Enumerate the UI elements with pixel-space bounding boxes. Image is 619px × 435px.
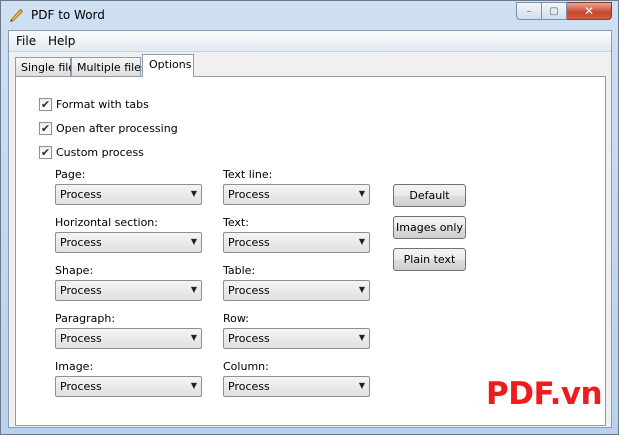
column-select[interactable]: Process ▼: [223, 376, 370, 397]
watermark-logo: PDF.vn: [486, 376, 603, 412]
tab-label: Single file: [21, 61, 76, 74]
column-label: Column:: [223, 360, 269, 373]
menu-bar: File Help: [9, 31, 611, 52]
maximize-button[interactable]: ▢: [542, 2, 567, 20]
text-select[interactable]: Process ▼: [223, 232, 370, 253]
row-label: Row:: [223, 312, 249, 325]
chevron-down-icon: ▼: [358, 237, 365, 246]
menu-file[interactable]: File: [16, 34, 36, 48]
check-icon: ✔: [40, 122, 51, 135]
tab-label: Multiple files: [77, 61, 147, 74]
client-area: File Help Single file Multiple files Opt…: [8, 30, 612, 428]
maximize-icon: ▢: [549, 5, 559, 17]
format-with-tabs-option[interactable]: ✔ Format with tabs: [39, 98, 149, 111]
page-label: Page:: [55, 168, 86, 181]
chevron-down-icon: ▼: [190, 189, 197, 198]
window-title: PDF to Word: [31, 8, 105, 22]
combo-value: Process: [228, 188, 270, 201]
chevron-down-icon: ▼: [358, 333, 365, 342]
combo-value: Process: [228, 332, 270, 345]
menu-help[interactable]: Help: [48, 34, 75, 48]
tab-single-file[interactable]: Single file: [15, 57, 75, 77]
pencil-icon: [10, 9, 23, 22]
shape-label: Shape:: [55, 264, 94, 277]
title-bar[interactable]: PDF to Word – ▢ ✕: [1, 1, 618, 30]
combo-value: Process: [228, 284, 270, 297]
close-button[interactable]: ✕: [567, 2, 612, 20]
custom-process-option[interactable]: ✔ Custom process: [39, 146, 144, 159]
chevron-down-icon: ▼: [190, 237, 197, 246]
table-label: Table:: [223, 264, 256, 277]
chevron-down-icon: ▼: [190, 285, 197, 294]
combo-value: Process: [60, 284, 102, 297]
horizontal-section-select[interactable]: Process ▼: [55, 232, 202, 253]
open-after-processing-checkbox[interactable]: ✔: [39, 122, 52, 135]
combo-value: Process: [228, 236, 270, 249]
chevron-down-icon: ▼: [190, 333, 197, 342]
images-only-button[interactable]: Images only: [393, 216, 466, 239]
open-after-processing-label: Open after processing: [56, 122, 178, 135]
row-select[interactable]: Process ▼: [223, 328, 370, 349]
tab-label: Options: [149, 58, 192, 71]
window-controls: – ▢ ✕: [516, 2, 612, 21]
text-line-select[interactable]: Process ▼: [223, 184, 370, 205]
minimize-button[interactable]: –: [516, 2, 542, 20]
format-with-tabs-label: Format with tabs: [56, 98, 149, 111]
text-line-label: Text line:: [223, 168, 273, 181]
image-select[interactable]: Process ▼: [55, 376, 202, 397]
table-select[interactable]: Process ▼: [223, 280, 370, 301]
default-button[interactable]: Default: [393, 184, 466, 207]
open-after-processing-option[interactable]: ✔ Open after processing: [39, 122, 178, 135]
paragraph-select[interactable]: Process ▼: [55, 328, 202, 349]
chevron-down-icon: ▼: [358, 381, 365, 390]
app-window: PDF to Word – ▢ ✕ File Help Single file …: [0, 0, 619, 435]
tab-multiple-files[interactable]: Multiple files: [71, 57, 147, 77]
shape-select[interactable]: Process ▼: [55, 280, 202, 301]
paragraph-label: Paragraph:: [55, 312, 116, 325]
plain-text-button[interactable]: Plain text: [393, 248, 466, 271]
combo-value: Process: [228, 380, 270, 393]
check-icon: ✔: [40, 98, 51, 111]
chevron-down-icon: ▼: [358, 285, 365, 294]
combo-value: Process: [60, 380, 102, 393]
chevron-down-icon: ▼: [358, 189, 365, 198]
combo-value: Process: [60, 236, 102, 249]
custom-process-label: Custom process: [56, 146, 144, 159]
text-label: Text:: [223, 216, 249, 229]
check-icon: ✔: [40, 146, 51, 159]
combo-value: Process: [60, 332, 102, 345]
horizontal-section-label: Horizontal section:: [55, 216, 158, 229]
tab-options[interactable]: Options: [142, 54, 194, 77]
image-label: Image:: [55, 360, 94, 373]
chevron-down-icon: ▼: [190, 381, 197, 390]
minimize-icon: –: [526, 5, 532, 17]
combo-value: Process: [60, 188, 102, 201]
custom-process-checkbox[interactable]: ✔: [39, 146, 52, 159]
options-panel: ✔ Format with tabs ✔ Open after processi…: [15, 76, 606, 426]
page-select[interactable]: Process ▼: [55, 184, 202, 205]
format-with-tabs-checkbox[interactable]: ✔: [39, 98, 52, 111]
close-icon: ✕: [583, 4, 595, 18]
